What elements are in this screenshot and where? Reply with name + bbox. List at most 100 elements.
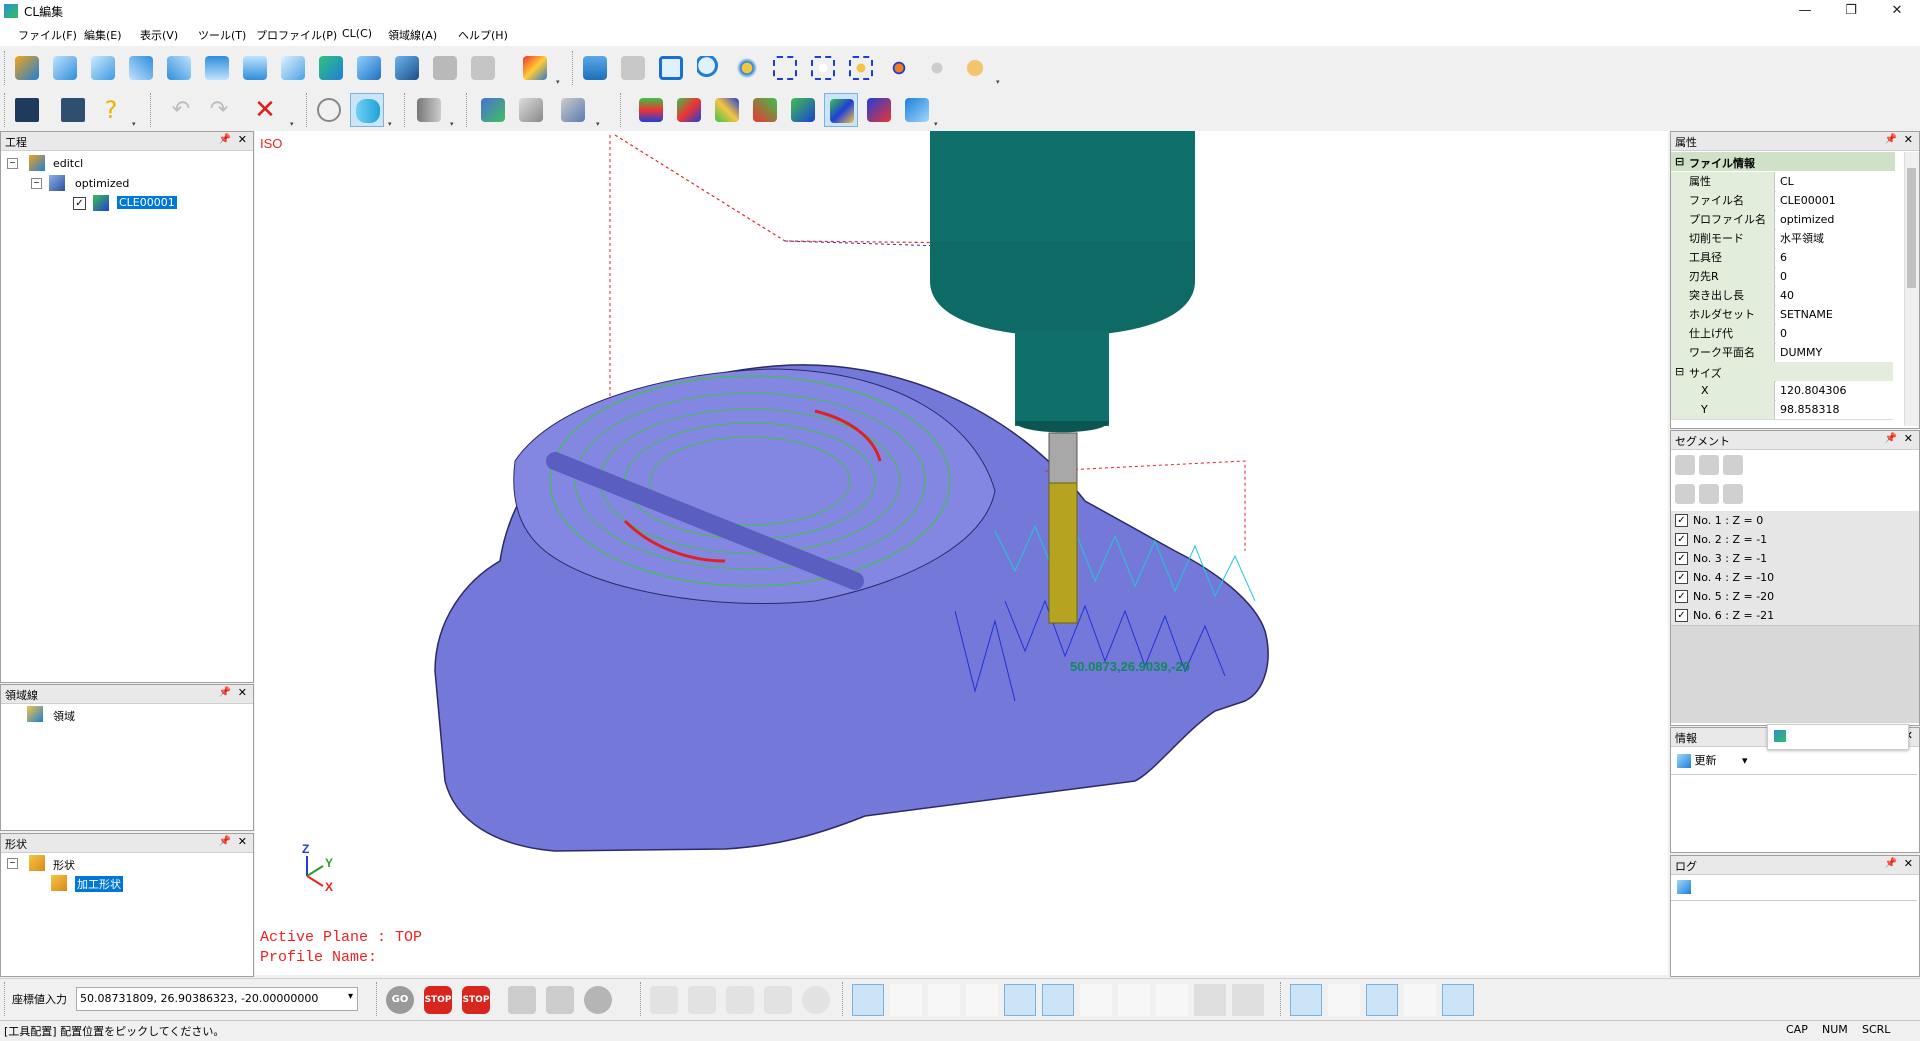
segment-row[interactable]: ✓ No. 1 : Z = 0 [1671,511,1919,531]
property-row[interactable]: 刃先R 0 [1671,267,1893,287]
measure-button[interactable] [556,93,590,127]
property-row[interactable]: 属性 CL [1671,172,1893,192]
toolbar-dropdown[interactable]: ▾ [450,120,458,128]
help-button[interactable]: ? [94,93,128,127]
view-top-button[interactable] [200,51,234,85]
floating-mini-window[interactable] [1767,724,1909,750]
toolbar-grip[interactable] [4,93,8,127]
menu-tools[interactable]: ツール(T) [198,27,246,43]
refresh-gray-button[interactable] [584,986,612,1014]
delete-button[interactable]: ✕ [248,93,282,127]
cl-path-4-button[interactable] [748,93,782,127]
save-as-button[interactable] [56,93,90,127]
path-edit-3-button[interactable] [928,984,960,1016]
zoom-window-button[interactable] [768,51,802,85]
toolbar-grip[interactable] [4,51,8,85]
scrollbar-thumb[interactable] [1907,168,1916,288]
property-row[interactable]: 切削モード 水平領域 [1671,229,1893,249]
toolbar-dropdown[interactable]: ▾ [934,120,942,128]
view-disabled-2-button[interactable] [466,51,500,85]
property-row[interactable]: ホルダセット SETNAME [1671,305,1893,325]
menu-edit[interactable]: 編集(E) [84,27,122,43]
toolbar-dropdown[interactable]: ▾ [290,120,298,128]
path-edit-5-button[interactable] [1004,984,1036,1016]
undo-button[interactable]: ↶ [164,93,198,127]
segment-checkbox[interactable]: ✓ [1675,514,1688,527]
property-row[interactable]: 突き出し長 40 [1671,286,1893,306]
segment-prev-button[interactable] [1699,455,1719,475]
pin-icon[interactable]: 📌 [1885,134,1897,145]
toolbar-dropdown[interactable]: ▾ [996,78,1004,86]
path-edit-8-button[interactable] [1118,984,1150,1016]
cl-path-2-button[interactable] [672,93,706,127]
menu-help[interactable]: ヘルプ(H) [458,27,508,43]
view-bottom-button[interactable] [238,51,272,85]
log-text-area[interactable] [1671,900,1917,975]
path-edit-11-button[interactable] [1232,984,1264,1016]
info-text-area[interactable] [1671,774,1917,851]
sim-gray-1-button[interactable] [508,986,536,1014]
3d-viewport[interactable]: ISO 50.0873,26.9039,-20 Z Y X Active Pla… [255,131,1668,975]
property-row[interactable]: ファイル名 CLE00001 [1671,191,1893,211]
crosshair-disabled-button[interactable] [920,51,954,85]
segment-checkbox[interactable]: ✓ [1675,533,1688,546]
close-icon[interactable]: ✕ [238,686,247,699]
sim-gray-2-button[interactable] [546,986,574,1014]
close-icon[interactable]: ✕ [1904,857,1913,870]
edit-gray-2-button[interactable] [688,986,716,1014]
pin-icon[interactable]: 📌 [1885,433,1897,444]
collapse-icon[interactable]: ⊟ [1675,155,1684,168]
segment-checkbox[interactable]: ✓ [1675,571,1688,584]
pin-icon[interactable]: 📌 [219,836,231,847]
property-row[interactable]: 仕上げ代 0 [1671,324,1893,344]
tool-holder-button[interactable] [412,93,446,127]
toolbar-dropdown[interactable]: ▾ [132,120,140,128]
view-iso-button[interactable] [276,51,310,85]
view-home-button[interactable] [10,51,44,85]
menu-region[interactable]: 領域線(A) [388,27,437,43]
edit-gray-1-button[interactable] [650,986,678,1014]
visibility-checkbox[interactable]: ✓ [73,197,86,210]
segment-row[interactable]: ✓ No. 5 : Z = -20 [1671,587,1919,607]
refresh-button[interactable]: 更新 ▾ [1677,752,1748,768]
property-row[interactable]: Y 98.858318 [1671,400,1893,420]
toolbar-grip[interactable] [306,93,310,127]
segment-first-button[interactable] [1675,455,1695,475]
shaded-cylinder-button[interactable] [350,93,384,127]
zoom-out-button[interactable] [806,51,840,85]
center-button[interactable] [882,51,916,85]
toolbar-grip[interactable] [150,93,154,127]
segment-checkbox[interactable]: ✓ [1675,609,1688,622]
toolbar-grip[interactable] [572,51,576,85]
view-shade-button[interactable] [352,51,386,85]
menu-file[interactable]: ファイル(F) [18,27,77,43]
maximize-button[interactable]: ❐ [1828,0,1874,22]
close-icon[interactable]: ✕ [238,133,247,146]
path-edit-4-button[interactable] [966,984,998,1016]
close-button[interactable]: ✕ [1874,0,1920,22]
segment-skip-button[interactable] [1723,455,1743,475]
menu-profile[interactable]: プロファイル(P) [256,27,337,43]
path-edit-2-button[interactable] [890,984,922,1016]
monitor-disabled-button[interactable] [616,51,650,85]
tool-display-2-button[interactable] [1328,984,1360,1016]
menu-view[interactable]: 表示(V) [140,27,178,43]
fit-view-button[interactable] [578,51,612,85]
toolbar-grip[interactable] [4,982,8,1016]
path-edit-7-button[interactable] [1080,984,1112,1016]
edit-gray-5-button[interactable] [802,986,830,1014]
segment-checkbox[interactable]: ✓ [1675,552,1688,565]
pin-icon[interactable]: 📌 [1885,858,1897,869]
tool-place-button[interactable] [824,93,858,127]
stop-button-1[interactable]: STOP [424,986,452,1014]
collapse-icon[interactable]: − [7,158,18,169]
redo-button[interactable]: ↷ [202,93,236,127]
segment-row[interactable]: ✓ No. 2 : Z = -1 [1671,530,1919,550]
segment-end-button[interactable] [1723,484,1743,504]
path-edit-6-button[interactable] [1042,984,1074,1016]
segment-next-button[interactable] [1675,484,1695,504]
tool-view-button[interactable] [514,93,548,127]
clear-log-icon[interactable] [1677,880,1691,894]
cl-path-7-button[interactable] [862,93,896,127]
cl-path-3-button[interactable] [710,93,744,127]
